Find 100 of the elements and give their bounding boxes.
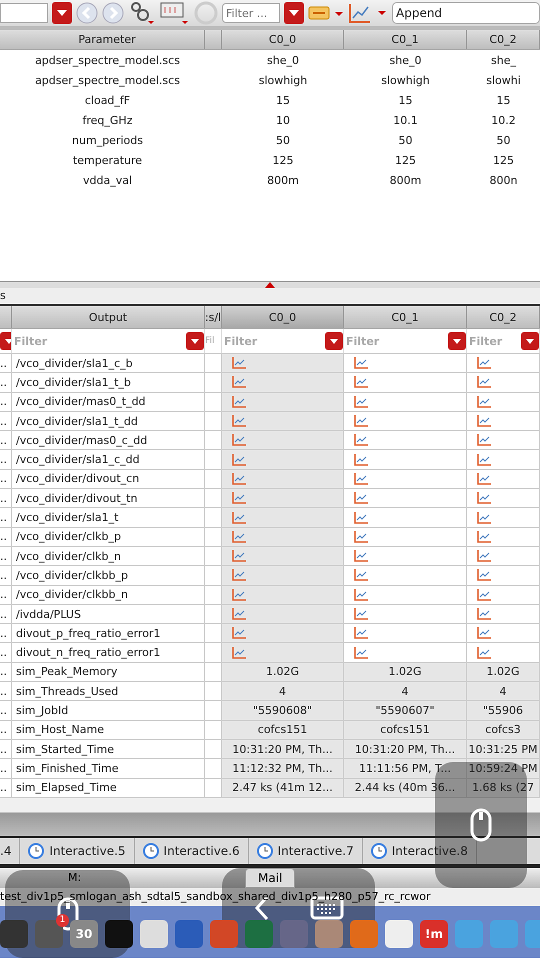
waveform-plot-icon[interactable] — [232, 376, 246, 388]
parameter-name: apdser_spectre_model.scs — [34, 72, 181, 89]
waveform-plot-icon[interactable] — [232, 472, 246, 485]
dropdown-button[interactable] — [52, 2, 72, 24]
output-name: sim_Finished_Time — [12, 759, 205, 779]
waveform-plot-icon[interactable] — [232, 588, 246, 601]
waveform-plot-icon[interactable] — [477, 415, 491, 428]
waveform-plot-icon[interactable] — [477, 376, 491, 388]
waveform-plot-icon[interactable] — [354, 434, 368, 446]
output-name: /vco_divider/divout_tn — [12, 489, 205, 508]
history-tab[interactable]: Interactive.5 — [20, 838, 135, 864]
parameter-value: 10.1 — [392, 112, 419, 128]
waveform-plot-icon[interactable] — [354, 454, 368, 466]
waveform-plot-icon[interactable] — [477, 646, 491, 659]
filter-field[interactable]: Filter — [222, 334, 323, 348]
waveform-plot-icon[interactable] — [477, 434, 491, 446]
waveform-plot-icon[interactable] — [232, 550, 246, 562]
waveform-plot-icon[interactable] — [232, 608, 246, 620]
waveform-plot-icon[interactable] — [354, 472, 368, 485]
waveform-plot-icon[interactable] — [232, 512, 246, 524]
waveform-plot-icon[interactable] — [232, 627, 246, 640]
column-header[interactable]: C0_0 — [222, 30, 344, 49]
waveform-plot-icon[interactable] — [477, 569, 491, 582]
waveform-plot-icon[interactable] — [354, 396, 368, 408]
waveform-plot-icon[interactable] — [354, 512, 368, 524]
output-name: sim_Peak_Memory — [12, 662, 205, 682]
waveform-plot-icon[interactable] — [354, 357, 368, 370]
waveform-plot-icon[interactable] — [232, 492, 246, 504]
chart-icon[interactable] — [348, 2, 388, 24]
waveform-plot-icon[interactable] — [232, 569, 246, 582]
dropdown-button[interactable] — [186, 332, 204, 350]
table-cell: 1.02G — [344, 662, 467, 682]
app-app-icon[interactable]: !m — [420, 920, 448, 948]
column-header[interactable]: C0_2 — [467, 306, 540, 328]
output-name: /vco_divider/sla1_t_b — [12, 373, 205, 393]
table-cell: .. — [0, 759, 12, 779]
waveform-plot-icon[interactable] — [232, 357, 246, 370]
output-name: /vco_divider/divout_cn — [12, 470, 205, 490]
history-field[interactable] — [0, 3, 48, 23]
waveform-plot-icon[interactable] — [232, 434, 246, 446]
waveform-plot-icon[interactable] — [354, 550, 368, 562]
mode-field[interactable]: Append — [392, 2, 540, 24]
waveform-plot-icon[interactable] — [477, 357, 491, 370]
column-header[interactable]: Output — [12, 306, 205, 328]
waveform-plot-icon[interactable] — [477, 530, 491, 543]
waveform-plot-icon[interactable] — [477, 627, 491, 640]
table-layout-icon[interactable] — [160, 1, 190, 25]
dropdown-button[interactable] — [325, 332, 343, 350]
waveform-plot-icon[interactable] — [477, 608, 491, 620]
waveform-plot-icon[interactable] — [354, 492, 368, 504]
waveform-plot-icon[interactable] — [232, 454, 246, 466]
forward-icon[interactable] — [102, 2, 124, 24]
waveform-plot-icon[interactable] — [477, 472, 491, 485]
parameter-value: 15 — [496, 92, 512, 108]
filter-field[interactable]: Filter — [12, 334, 184, 348]
output-name: divout_p_freq_ratio_error1 — [12, 624, 205, 644]
waveform-plot-icon[interactable] — [477, 454, 491, 466]
column-header[interactable]: C0_1 — [344, 306, 467, 328]
waveform-plot-icon[interactable] — [354, 569, 368, 582]
waveform-plot-icon[interactable] — [232, 530, 246, 543]
splitter-bar[interactable] — [0, 281, 540, 288]
waveform-plot-icon[interactable] — [354, 588, 368, 601]
column-header[interactable]: C0_1 — [344, 30, 467, 49]
filter-field[interactable]: Fil — [205, 336, 221, 346]
waveform-plot-icon[interactable] — [354, 415, 368, 428]
waveform-plot-icon[interactable] — [232, 415, 246, 428]
waveform-plot-icon[interactable] — [477, 492, 491, 504]
waveform-plot-icon[interactable] — [477, 396, 491, 408]
output-name: divout_n_freq_ratio_error1 — [12, 643, 205, 663]
column-header[interactable]: Parameter — [10, 30, 205, 49]
dropdown-button[interactable] — [284, 2, 304, 24]
waveform-plot-icon[interactable] — [354, 608, 368, 620]
calendar-app-icon[interactable]: 30 — [70, 920, 98, 948]
waveform-plot-icon[interactable] — [477, 588, 491, 601]
waveform-plot-icon[interactable] — [354, 646, 368, 659]
history-tab[interactable]: Interactive.7 — [248, 838, 363, 864]
waveform-plot-icon[interactable] — [354, 376, 368, 388]
dropdown-button[interactable] — [521, 332, 539, 350]
waveform-plot-icon[interactable] — [232, 646, 246, 659]
waveform-plot-icon[interactable] — [354, 530, 368, 543]
history-tab[interactable]: Interactive.6 — [134, 838, 249, 864]
waveform-plot-icon[interactable] — [354, 627, 368, 640]
waveform-plot-icon[interactable] — [477, 550, 491, 562]
table-cell: .. — [0, 546, 12, 566]
mail-button[interactable]: Mail — [245, 868, 296, 888]
table-cell: "55906 — [467, 701, 540, 721]
filter-field[interactable]: Filter — [467, 334, 519, 348]
waveform-plot-icon[interactable] — [232, 396, 246, 408]
column-header[interactable]: C0_0 — [222, 306, 344, 328]
filter-field[interactable]: Filter — [344, 334, 446, 348]
table-cell: .. — [0, 604, 12, 624]
table-cell: 4 — [467, 682, 540, 702]
filter-field[interactable]: Filter ... — [222, 3, 280, 23]
waveform-plot-icon[interactable] — [477, 512, 491, 524]
parameter-name: vdda_val — [82, 172, 134, 189]
history-tab[interactable]: .4 — [0, 838, 20, 864]
table-cell: .. — [0, 470, 12, 490]
dropdown-button[interactable] — [448, 332, 466, 350]
history-tab[interactable]: Interactive.8 — [362, 838, 477, 864]
column-header[interactable]: C0_2 — [467, 30, 540, 49]
